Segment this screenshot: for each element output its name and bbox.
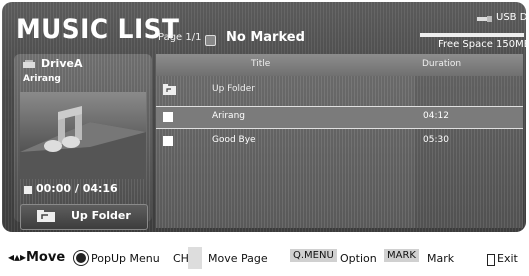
up-folder-button-label: Up Folder xyxy=(71,209,131,222)
hint-mark: Mark xyxy=(427,252,455,265)
drive-label: DriveA xyxy=(41,57,83,70)
list-item[interactable]: Good Bye 05:30 xyxy=(156,131,523,152)
list-item-title: Good Bye xyxy=(212,135,256,145)
page-indicator: Page 1/1 xyxy=(158,32,202,43)
track-list: Title Duration Up Folder Arirang 04:12 G… xyxy=(156,54,523,228)
hint-move-page: Move Page xyxy=(208,252,268,265)
now-playing-card: DriveA Arirang 00:00 / 04:16 Up Folder xyxy=(14,54,152,230)
hint-option: Option xyxy=(340,252,377,265)
list-item-duration: 04:12 xyxy=(423,111,449,121)
list-item-up-folder[interactable]: Up Folder xyxy=(156,80,523,101)
folder-up-icon xyxy=(163,84,176,95)
hint-exit: Exit xyxy=(497,252,518,265)
free-space-label: Free Space 150MB xyxy=(438,39,526,50)
stop-icon xyxy=(24,186,32,194)
four-way-arrow-icon: ◂▴▸ xyxy=(8,250,27,264)
up-folder-button[interactable]: Up Folder xyxy=(20,204,148,230)
remote-hint-bar: ◂▴▸ Move PopUp Menu CH Move Page Q.MENU … xyxy=(0,240,529,276)
qmenu-key: Q.MENU xyxy=(290,249,337,262)
column-title: Title xyxy=(251,59,271,69)
up-folder-icon xyxy=(37,210,55,222)
music-list-panel: MUSIC LIST Page 1/1 No Marked USB Device… xyxy=(2,2,526,232)
page-title: MUSIC LIST xyxy=(16,14,180,45)
hint-ch: CH xyxy=(173,252,189,265)
album-art xyxy=(20,92,146,179)
list-item-duration: 05:30 xyxy=(423,135,449,145)
ch-up-down-icon xyxy=(188,247,202,269)
free-space-bar xyxy=(420,33,524,37)
mark-key: MARK xyxy=(384,249,419,262)
list-header: Title Duration xyxy=(156,54,523,76)
exit-button-icon xyxy=(487,254,495,266)
marked-status: No Marked xyxy=(226,30,305,45)
drive-icon xyxy=(23,60,35,68)
mark-checkbox[interactable] xyxy=(163,112,173,122)
mark-checkbox[interactable] xyxy=(163,136,173,146)
hint-popup-menu: PopUp Menu xyxy=(91,252,160,265)
music-list-screen: MUSIC LIST Page 1/1 No Marked USB Device… xyxy=(0,0,529,276)
list-item-selected[interactable]: Arirang 04:12 xyxy=(156,106,523,129)
list-item-title: Arirang xyxy=(212,111,245,121)
current-track-name: Arirang xyxy=(23,74,61,84)
ok-button-icon xyxy=(76,253,86,263)
usb-icon xyxy=(477,16,492,22)
playback-time: 00:00 / 04:16 xyxy=(36,182,118,195)
list-item-title: Up Folder xyxy=(212,84,255,94)
column-duration: Duration xyxy=(422,59,462,69)
hint-move: Move xyxy=(26,250,66,265)
device-label: USB Device xyxy=(496,12,526,23)
marked-checkbox-icon xyxy=(205,35,216,46)
